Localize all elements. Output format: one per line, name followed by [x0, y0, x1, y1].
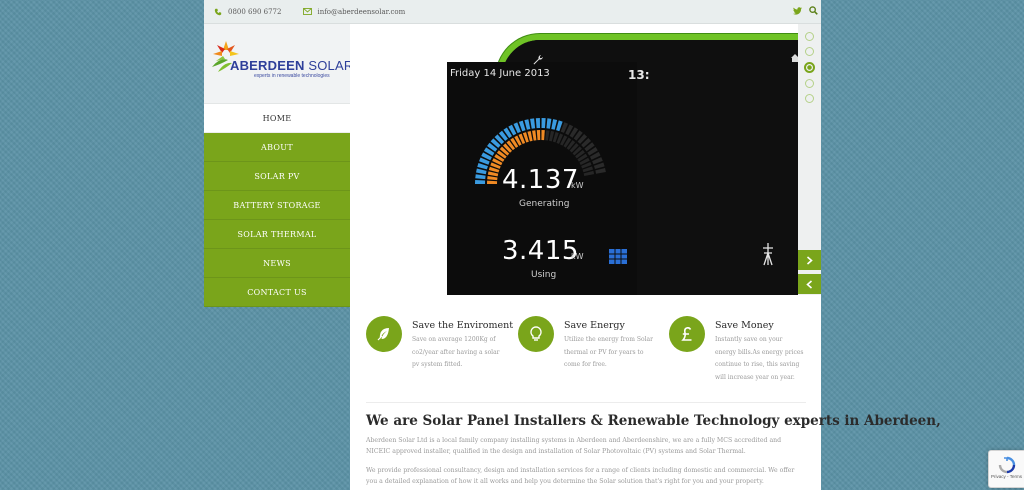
- phone-number[interactable]: 0800 690 6772: [228, 8, 281, 16]
- brand-name-light: SOLAR: [308, 58, 354, 73]
- gauge-segment-using: [487, 171, 499, 177]
- using-unit: kW: [571, 252, 584, 261]
- feature-icon-circle: [366, 316, 402, 352]
- section-divider: [366, 402, 806, 403]
- using-label: Using: [531, 270, 557, 280]
- gauge-segment-using: [536, 130, 541, 141]
- feature-title: Save the Enviroment: [412, 320, 514, 331]
- generating-unit: kW: [571, 181, 584, 190]
- slider-next-button[interactable]: [798, 250, 821, 270]
- generating-value: 4.137: [502, 165, 579, 195]
- using-value: 3.415: [502, 236, 579, 266]
- slider-dot[interactable]: [805, 79, 814, 88]
- slider-pagination: [804, 32, 815, 109]
- gauge-segment-using: [541, 130, 545, 141]
- recaptcha-links[interactable]: Privacy - Terms: [991, 474, 1022, 479]
- phone-icon: [212, 6, 224, 18]
- nav-item-home[interactable]: HOME: [204, 104, 350, 133]
- wrench-icon: [533, 55, 543, 65]
- feature-description: Utilize the energy from Solar thermal or…: [564, 336, 653, 368]
- pound-icon: [681, 326, 692, 341]
- lightbulb-icon: [530, 326, 542, 341]
- gauge-segment-generating: [535, 118, 541, 129]
- slider-prev-button[interactable]: [798, 274, 821, 294]
- slider-dot[interactable]: [805, 32, 814, 41]
- nav-item-about[interactable]: ABOUT: [204, 133, 350, 162]
- nav-item-news[interactable]: NEWS: [204, 249, 350, 278]
- envelope-icon: [301, 6, 313, 18]
- intro-paragraph: Aberdeen Solar Ltd is a local family com…: [366, 437, 782, 455]
- feature-title: Save Energy: [564, 320, 625, 331]
- recaptcha-icon: [998, 456, 1015, 474]
- gauge-segment-generating: [475, 174, 486, 180]
- main-nav: HOME ABOUT SOLAR PV BATTERY STORAGE SOLA…: [204, 104, 350, 307]
- chevron-left-icon: [806, 279, 813, 289]
- email-contact[interactable]: info@aberdeensolar.com: [301, 6, 405, 18]
- nav-item-solar-pv[interactable]: SOLAR PV: [204, 162, 350, 191]
- chevron-right-icon: [806, 255, 813, 265]
- recaptcha-badge[interactable]: Privacy - Terms: [988, 450, 1024, 488]
- search-icon: [808, 6, 818, 17]
- search-button[interactable]: [805, 0, 821, 24]
- pylon-icon: [763, 243, 773, 266]
- device-time: 13:: [628, 68, 650, 82]
- gauge-segment-using: [487, 175, 498, 181]
- solar-panel-icon: [609, 249, 627, 264]
- slider-dot[interactable]: [804, 62, 815, 73]
- gauge-segment-generating: [546, 118, 552, 129]
- nav-item-battery-storage[interactable]: BATTERY STORAGE: [204, 191, 350, 220]
- gauge-segment-using: [545, 130, 550, 141]
- intro-heading: We are Solar Panel Installers & Renewabl…: [366, 413, 941, 429]
- brand-name-bold: ABERDEEN: [230, 58, 305, 73]
- gauge-segment-generating: [524, 119, 531, 130]
- feature-description: Save on average 1200Kg of co2/year after…: [412, 336, 500, 368]
- slider-dot[interactable]: [805, 47, 814, 56]
- feature-icon-circle: [669, 316, 705, 352]
- gauge-segment-generating: [541, 118, 546, 129]
- gauge-segment-generating: [551, 119, 558, 130]
- top-bar: 0800 690 6772 info@aberdeensolar.com: [204, 0, 821, 24]
- email-address[interactable]: info@aberdeensolar.com: [317, 8, 405, 16]
- main-content: Friday 14 June 2013 13: 4.137 kW Generat…: [350, 24, 941, 490]
- feature-icon-circle: [518, 316, 554, 352]
- hero-slider: Friday 14 June 2013 13: 4.137 kW Generat…: [350, 24, 821, 295]
- gauge-segment-generating: [530, 118, 536, 129]
- nav-item-solar-thermal[interactable]: SOLAR THERMAL: [204, 220, 350, 249]
- feature-description: Instantly save on your energy bills.As e…: [715, 336, 804, 381]
- gauge-segment-using: [532, 130, 537, 141]
- gauge-segment-generating: [475, 179, 486, 184]
- site-container: 0800 690 6772 info@aberdeensolar.com ABE…: [204, 0, 941, 490]
- site-logo[interactable]: ABERDEEN SOLAR experts in renewable tech…: [204, 24, 353, 104]
- topbar-actions: [789, 0, 821, 24]
- brand-name: ABERDEEN SOLAR: [230, 58, 353, 73]
- gauge-segment-generating: [595, 168, 606, 174]
- device-date: Friday 14 June 2013: [450, 68, 550, 79]
- feature-title: Save Money: [715, 320, 774, 331]
- slider-dot[interactable]: [805, 94, 814, 103]
- leaf-icon: [377, 328, 389, 341]
- twitter-icon: [792, 6, 802, 17]
- nav-item-contact-us[interactable]: CONTACT US: [204, 278, 350, 307]
- gauge-segment-generating: [476, 168, 487, 175]
- services-paragraph: We provide professional consultancy, des…: [366, 467, 795, 485]
- features-row: Save the Enviroment Save on average 1200…: [366, 316, 806, 406]
- generating-label: Generating: [519, 199, 570, 209]
- brand-tagline: experts in renewable technologies: [254, 73, 330, 79]
- left-column: ABERDEEN SOLAR experts in renewable tech…: [204, 24, 353, 490]
- phone-contact[interactable]: 0800 690 6772: [212, 6, 281, 18]
- gauge-segment-using: [487, 180, 498, 184]
- twitter-button[interactable]: [789, 0, 805, 24]
